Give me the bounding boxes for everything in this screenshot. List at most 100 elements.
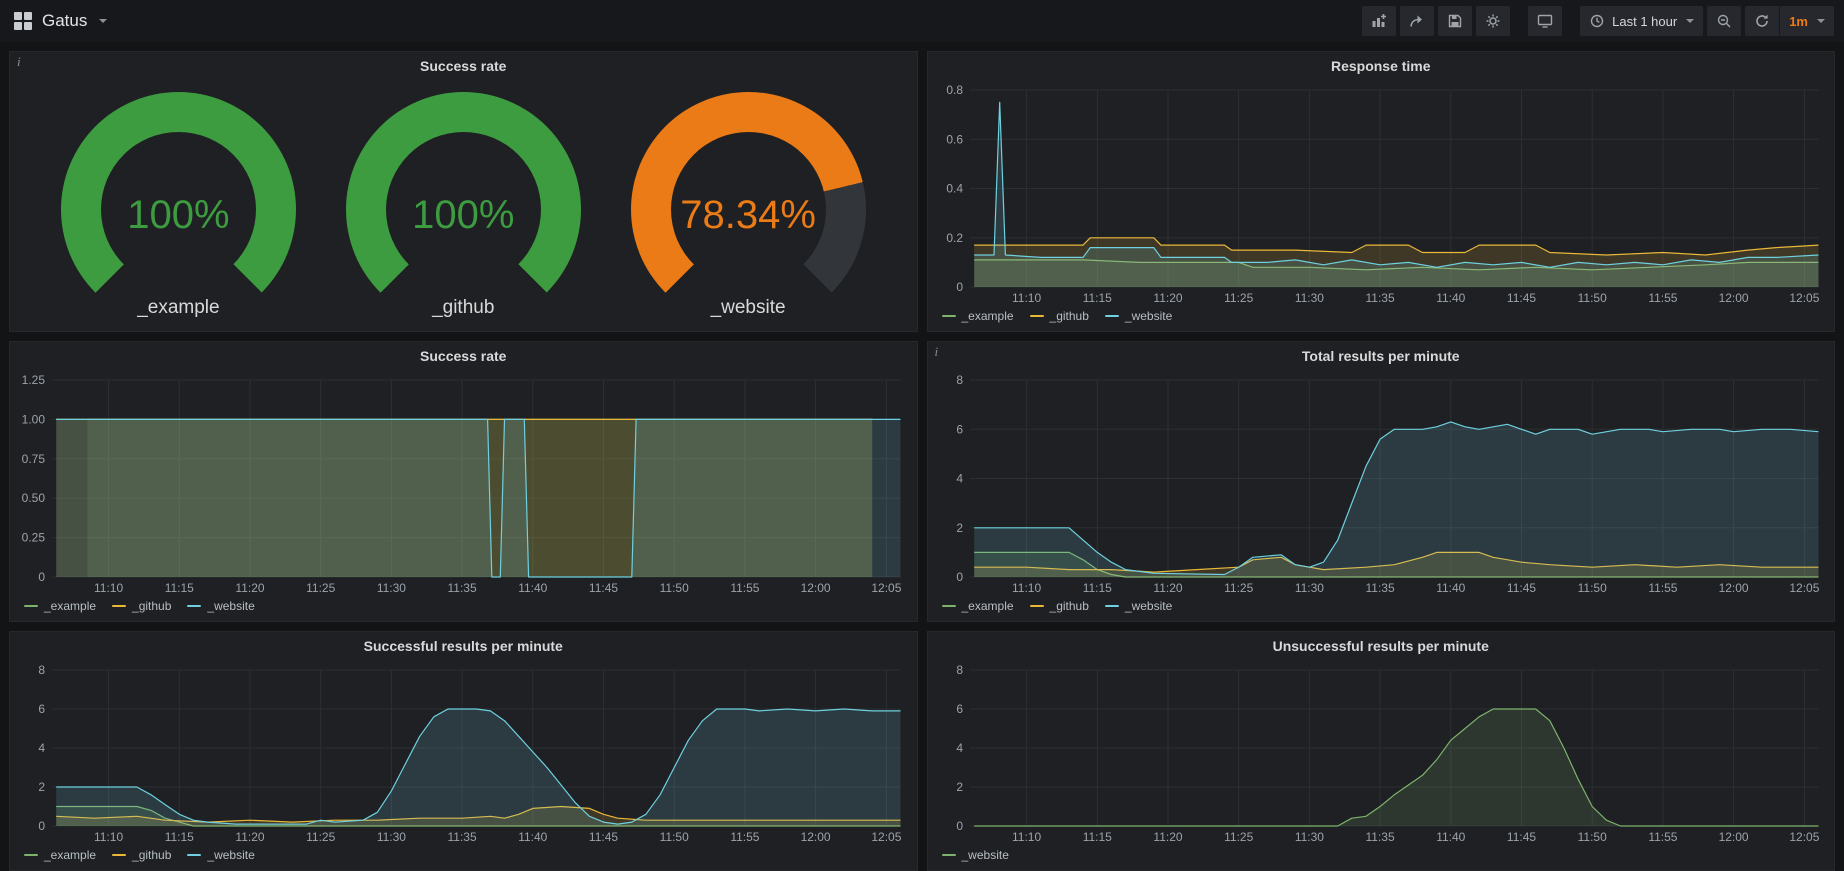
refresh-button[interactable] — [1745, 6, 1779, 36]
panel-unsuccessful-results: Unsuccessful results per minute 0246811:… — [927, 631, 1836, 871]
svg-text:0.25: 0.25 — [22, 531, 46, 545]
svg-text:11:35: 11:35 — [1365, 291, 1394, 305]
legend-item-_website[interactable]: _website — [187, 599, 254, 613]
legend-item-_github[interactable]: _github — [1030, 309, 1089, 323]
svg-text:11:45: 11:45 — [1506, 291, 1535, 305]
svg-text:0: 0 — [38, 819, 45, 833]
svg-text:11:25: 11:25 — [1224, 581, 1253, 595]
panel-title[interactable]: Response time — [928, 52, 1835, 80]
legend-label: _github — [1050, 599, 1089, 613]
success-rate-chart[interactable]: 00.250.500.751.001.2511:1011:1511:2011:2… — [14, 370, 913, 597]
svg-text:8: 8 — [38, 663, 45, 677]
gauge-_github: 100%_github — [346, 92, 581, 319]
save-dashboard-button[interactable] — [1438, 6, 1472, 36]
svg-text:11:40: 11:40 — [1436, 291, 1465, 305]
chart-area: 0246811:1011:1511:2011:2511:3011:3511:40… — [10, 660, 917, 846]
svg-text:11:30: 11:30 — [1294, 581, 1323, 595]
legend-item-_example[interactable]: _example — [942, 599, 1014, 613]
panel-title[interactable]: Successful results per minute — [10, 632, 917, 660]
panel-title[interactable]: Unsuccessful results per minute — [928, 632, 1835, 660]
svg-text:11:55: 11:55 — [1648, 830, 1677, 844]
svg-text:11:45: 11:45 — [1506, 830, 1535, 844]
legend-label: _github — [132, 848, 171, 862]
svg-text:11:30: 11:30 — [1294, 291, 1323, 305]
svg-text:11:30: 11:30 — [377, 830, 406, 844]
svg-text:11:15: 11:15 — [1082, 581, 1111, 595]
svg-text:11:45: 11:45 — [589, 830, 618, 844]
dashboards-grid-icon[interactable] — [14, 12, 32, 30]
panel-title[interactable]: Success rate — [10, 342, 917, 370]
chart-area: 00.20.40.60.811:1011:1511:2011:2511:3011… — [928, 80, 1835, 307]
svg-text:0.2: 0.2 — [946, 231, 963, 245]
legend-item-_example[interactable]: _example — [24, 848, 96, 862]
legend-swatch — [942, 315, 956, 317]
gauge-value: 100% — [346, 98, 581, 333]
legend-item-_github[interactable]: _github — [112, 848, 171, 862]
svg-text:11:50: 11:50 — [1577, 581, 1606, 595]
cycle-view-mode-button[interactable] — [1528, 6, 1562, 36]
chart-legend: _example _github _website — [928, 597, 1835, 621]
legend-label: _website — [207, 848, 254, 862]
unsuccessful-results-chart[interactable]: 0246811:1011:1511:2011:2511:3011:3511:40… — [932, 660, 1831, 846]
total-results-chart[interactable]: 0246811:1011:1511:2011:2511:3011:3511:40… — [932, 370, 1831, 597]
svg-text:11:35: 11:35 — [448, 830, 477, 844]
svg-text:6: 6 — [956, 422, 963, 436]
svg-text:11:40: 11:40 — [1436, 830, 1465, 844]
svg-text:11:30: 11:30 — [1294, 830, 1323, 844]
panel-info-icon[interactable]: i — [935, 344, 939, 360]
legend-item-_website[interactable]: _website — [942, 848, 1009, 862]
legend-item-_github[interactable]: _github — [1030, 599, 1089, 613]
legend-swatch — [24, 605, 38, 607]
panel-title[interactable]: Total results per minute — [928, 342, 1835, 370]
svg-text:2: 2 — [956, 521, 963, 535]
navbar-actions: Last 1 hour 1m — [1362, 6, 1834, 36]
successful-results-chart[interactable]: 0246811:1011:1511:2011:2511:3011:3511:40… — [14, 660, 913, 846]
svg-text:11:45: 11:45 — [589, 581, 618, 595]
add-panel-button[interactable] — [1362, 6, 1396, 36]
chart-legend: _example _github _website — [928, 307, 1835, 331]
legend-label: _example — [44, 599, 96, 613]
dashboard-title[interactable]: Gatus — [42, 11, 87, 31]
svg-text:11:20: 11:20 — [235, 581, 264, 595]
refresh-icon — [1754, 13, 1770, 29]
share-dashboard-button[interactable] — [1400, 6, 1434, 36]
legend-item-_example[interactable]: _example — [24, 599, 96, 613]
svg-text:11:40: 11:40 — [518, 581, 547, 595]
svg-text:4: 4 — [956, 741, 963, 755]
legend-item-_website[interactable]: _website — [1105, 309, 1172, 323]
svg-text:11:20: 11:20 — [1153, 581, 1182, 595]
svg-text:11:10: 11:10 — [94, 830, 123, 844]
svg-text:0: 0 — [38, 570, 45, 584]
legend-item-_github[interactable]: _github — [112, 599, 171, 613]
svg-text:11:25: 11:25 — [1224, 291, 1253, 305]
panel-info-icon[interactable]: i — [17, 54, 21, 70]
svg-text:12:00: 12:00 — [801, 830, 831, 844]
svg-text:8: 8 — [956, 373, 963, 387]
refresh-interval-button[interactable]: 1m — [1780, 6, 1834, 36]
svg-text:11:10: 11:10 — [94, 581, 123, 595]
gauge-_website: 78.34%_website — [631, 92, 866, 319]
chart-area: 00.250.500.751.001.2511:1011:1511:2011:2… — [10, 370, 917, 597]
zoom-out-button[interactable] — [1707, 6, 1741, 36]
svg-text:12:05: 12:05 — [1789, 581, 1819, 595]
svg-text:11:10: 11:10 — [1012, 581, 1041, 595]
svg-text:0.8: 0.8 — [946, 83, 963, 97]
legend-item-_example[interactable]: _example — [942, 309, 1014, 323]
legend-swatch — [1030, 315, 1044, 317]
svg-text:11:40: 11:40 — [1436, 581, 1465, 595]
gauge-dial: 100% — [346, 92, 581, 327]
time-range-picker-button[interactable]: Last 1 hour — [1580, 6, 1703, 36]
chart-legend: _example _github _website — [10, 846, 917, 870]
legend-label: _website — [207, 599, 254, 613]
panel-title[interactable]: Success rate — [10, 52, 917, 80]
save-icon — [1447, 13, 1463, 29]
legend-item-_website[interactable]: _website — [1105, 599, 1172, 613]
legend-label: _website — [1125, 599, 1172, 613]
dashboard-settings-button[interactable] — [1476, 6, 1510, 36]
svg-text:11:35: 11:35 — [1365, 581, 1394, 595]
svg-text:12:00: 12:00 — [1718, 581, 1748, 595]
response-time-chart[interactable]: 00.20.40.60.811:1011:1511:2011:2511:3011… — [932, 80, 1831, 307]
legend-item-_website[interactable]: _website — [187, 848, 254, 862]
svg-text:12:05: 12:05 — [1789, 291, 1819, 305]
svg-text:11:25: 11:25 — [306, 830, 335, 844]
